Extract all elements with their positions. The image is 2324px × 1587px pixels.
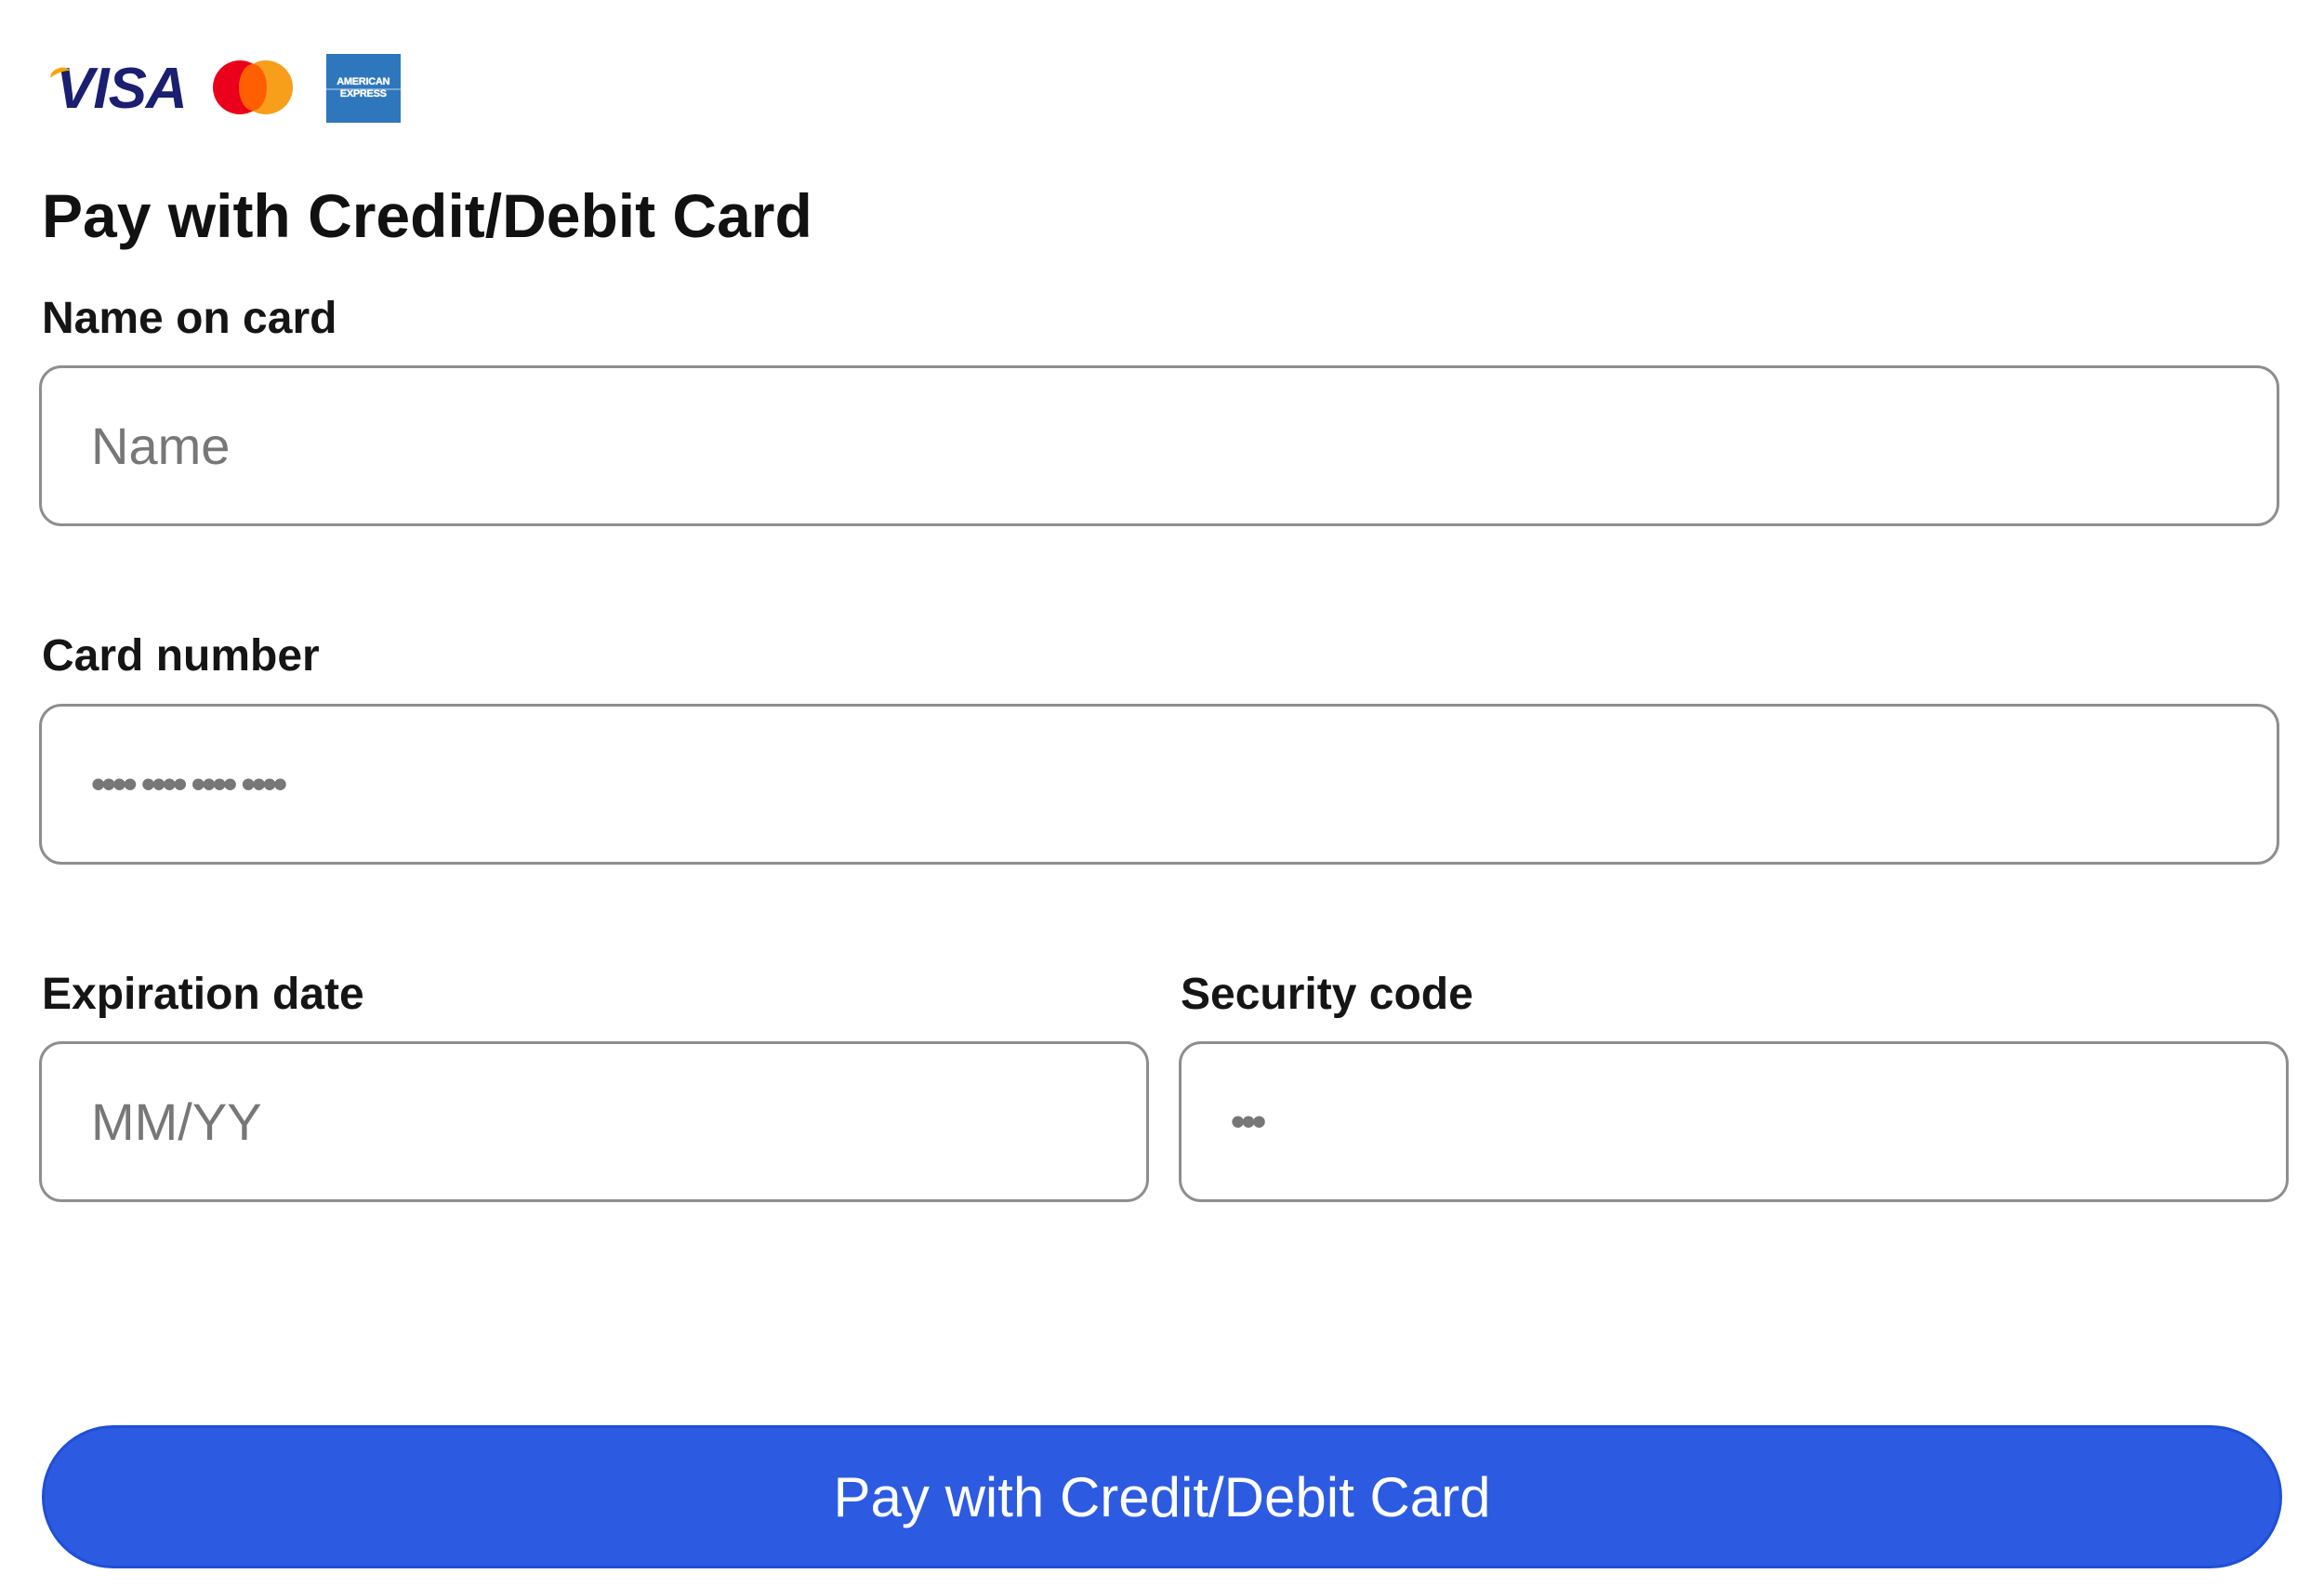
card-number-input[interactable]: •••• •••• •••• •••• [39, 704, 2279, 865]
amex-text-top: AMERICAN [337, 76, 390, 88]
card-number-placeholder: •••• •••• •••• •••• [91, 760, 287, 807]
security-code-label: Security code [1181, 970, 1473, 1019]
card-brand-logos: VISA AMERICAN EXPRESS [48, 51, 401, 126]
name-input-placeholder: Name [91, 417, 231, 475]
expiration-date-label: Expiration date [42, 970, 364, 1019]
expiration-date-placeholder: MM/YY [91, 1092, 262, 1151]
card-number-label: Card number [42, 631, 320, 681]
amex-divider [325, 88, 401, 90]
security-code-input[interactable]: ••• [1179, 1041, 2289, 1202]
amex-logo: AMERICAN EXPRESS [325, 54, 401, 123]
name-input[interactable]: Name [39, 365, 2279, 526]
visa-logo: VISA [48, 57, 188, 121]
mastercard-overlap [238, 64, 267, 111]
security-code-placeholder: ••• [1231, 1098, 1266, 1144]
pay-with-card-button[interactable]: Pay with Credit/Debit Card [42, 1425, 2282, 1568]
name-on-card-label: Name on card [42, 294, 337, 343]
page-title: Pay with Credit/Debit Card [42, 181, 812, 250]
mastercard-icon [212, 60, 293, 116]
expiration-date-input[interactable]: MM/YY [39, 1041, 1149, 1202]
visa-wordmark: VISA [56, 57, 188, 121]
